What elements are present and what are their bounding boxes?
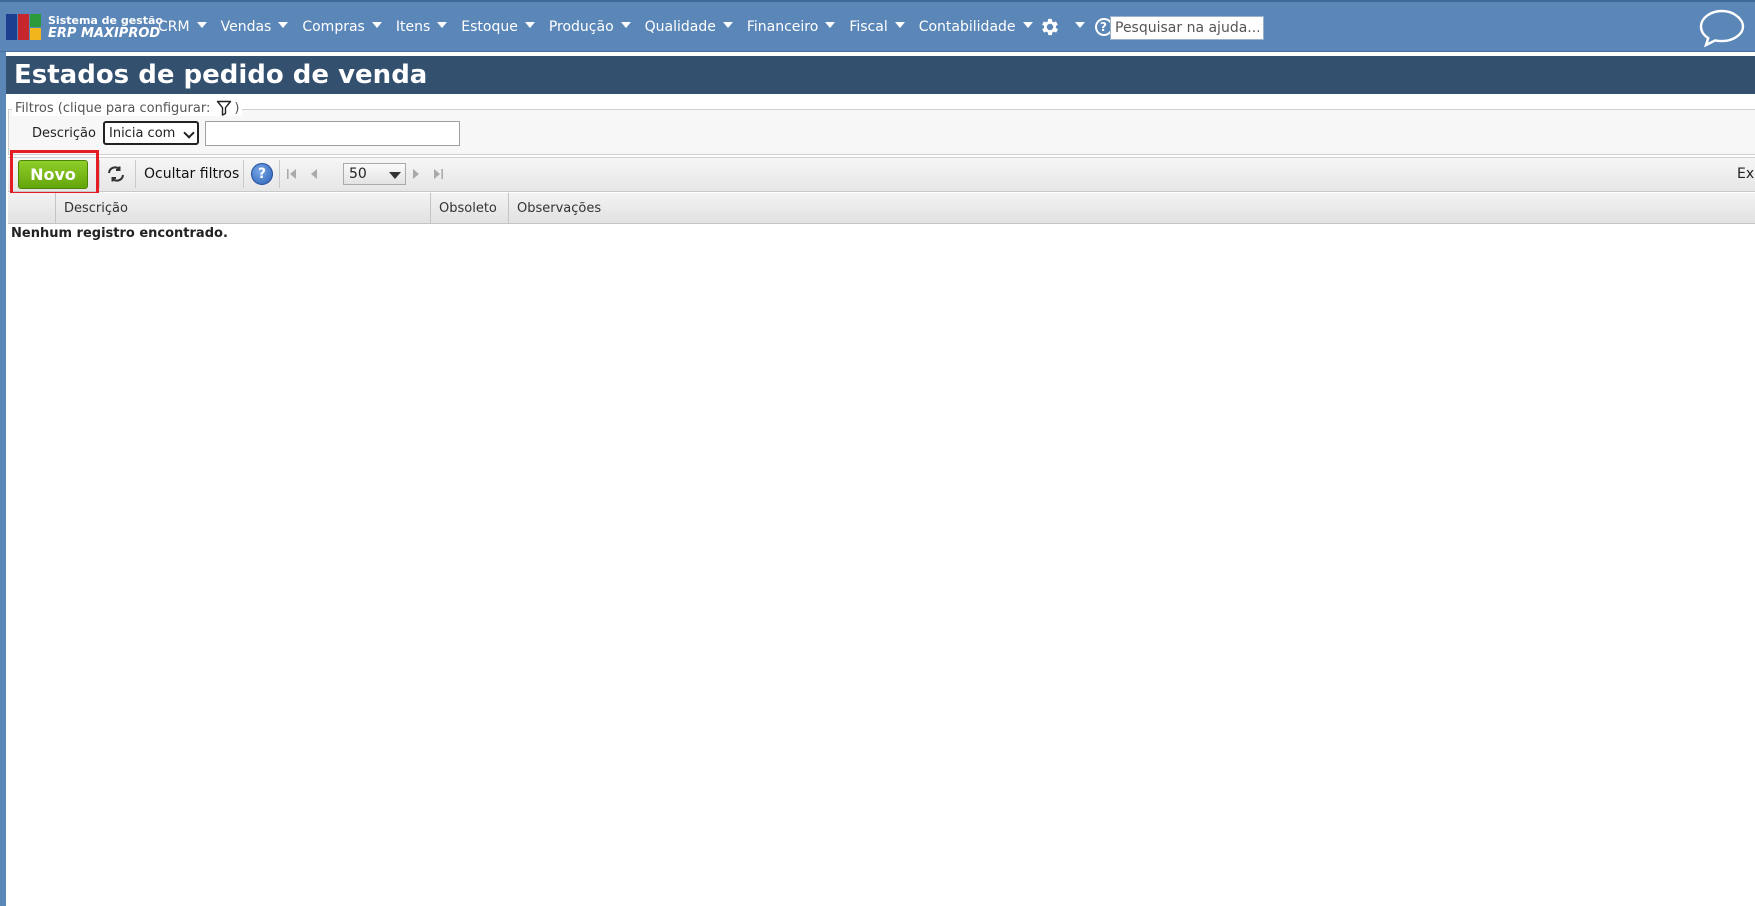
menu-estoque[interactable]: Estoque [461,19,535,35]
toolbar-separator [135,160,136,188]
column-select[interactable] [8,193,56,224]
gear-icon [1041,18,1058,36]
menu-contabilidade[interactable]: Contabilidade [919,19,1033,35]
first-page-icon[interactable] [286,167,298,181]
caret-down-icon [1022,22,1033,28]
caret-down-icon [437,22,448,28]
filters-legend-text: Filtros (clique para configurar: [15,100,211,116]
main-menu: CRM Vendas Compras Itens Estoque Produçã… [158,2,1151,52]
filter-description-input[interactable] [205,121,460,146]
menu-vendas[interactable]: Vendas [221,19,289,35]
toolbar-separator [279,160,280,188]
filter-operator-value: Inicia com [109,125,176,141]
logo-line-2: ERP MAXIPROD [48,26,161,41]
toolbar-separator [243,160,244,188]
logo-mark-icon [6,12,42,42]
caret-down-icon [1074,22,1085,28]
previous-page-icon[interactable] [308,167,320,181]
menu-financeiro[interactable]: Financeiro [747,19,836,35]
menu-compras[interactable]: Compras [302,19,382,35]
filters-legend[interactable]: Filtros (clique para configurar: ) [12,100,243,116]
page-size-select[interactable]: 50 [343,163,406,185]
last-page-icon[interactable] [432,167,444,181]
page-title-bar: Estados de pedido de venda [6,56,1755,94]
caret-down-icon [620,22,631,28]
page-size-value: 50 [349,166,367,182]
speech-bubble-icon[interactable] [1698,8,1746,48]
menu-fiscal[interactable]: Fiscal [849,19,905,35]
hide-filters-button[interactable]: Ocultar filtros [144,166,239,182]
caret-down-icon [524,22,535,28]
menu-itens[interactable]: Itens [396,19,448,35]
filters-legend-close: ) [234,100,240,116]
column-header-obsoleto[interactable]: Obsoleto [431,193,509,224]
caret-down-icon [894,22,905,28]
caret-down-icon [371,22,382,28]
empty-grid-message: Nenhum registro encontrado. [11,226,228,241]
caret-down-icon [722,22,733,28]
top-navigation-bar: Sistema de gestão ERP MAXIPROD CRM Venda… [0,0,1755,52]
refresh-icon[interactable] [106,164,126,184]
toolbar-separator [99,160,100,188]
help-icon[interactable]: ? [251,163,273,185]
caret-down-icon [825,22,836,28]
filter-field-label: Descrição [32,126,96,141]
caret-down-icon [278,22,289,28]
toolbar-right-text[interactable]: Exi [1737,166,1755,182]
app-logo[interactable]: Sistema de gestão ERP MAXIPROD [6,11,163,43]
column-header-observacoes[interactable]: Observações [509,193,809,224]
filter-operator-select[interactable]: Inicia com [103,121,199,145]
new-button[interactable]: Novo [18,160,88,189]
column-header-descricao[interactable]: Descrição [56,193,431,224]
menu-qualidade[interactable]: Qualidade [645,19,733,35]
caret-down-icon [196,22,207,28]
funnel-icon[interactable] [216,100,232,116]
page-title: Estados de pedido de venda [14,60,428,90]
chevron-down-icon [183,127,195,139]
menu-settings[interactable] [1039,16,1085,38]
help-search-input[interactable] [1110,16,1264,40]
caret-down-icon [389,172,401,179]
menu-crm[interactable]: CRM [158,19,207,35]
next-page-icon[interactable] [410,167,422,181]
menu-producao[interactable]: Produção [549,19,631,35]
